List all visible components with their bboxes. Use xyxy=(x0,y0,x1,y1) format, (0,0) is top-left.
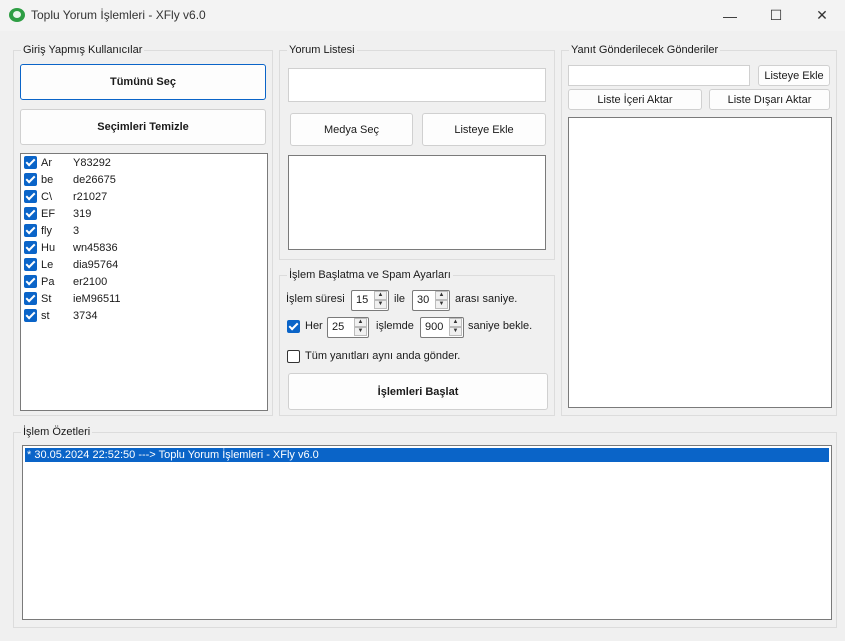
user-checkbox[interactable] xyxy=(24,224,37,237)
user-item[interactable]: be de26675 xyxy=(24,171,116,188)
stepper-up-icon[interactable]: ▲ xyxy=(449,318,462,327)
minimize-button[interactable]: — xyxy=(707,0,753,31)
users-panel: Giriş Yapmış Kullanıcılar Tümünü Seç Seç… xyxy=(13,44,273,416)
send-all-label: Tüm yanıtları aynı anda gönder. xyxy=(305,350,461,362)
user-item[interactable]: St ieM96511 xyxy=(24,290,121,307)
log-panel: İşlem Özetleri * 30.05.2024 22:52:50 ---… xyxy=(13,426,837,628)
clear-selection-button[interactable]: Seçimleri Temizle xyxy=(20,109,266,145)
settings-panel: İşlem Başlatma ve Spam Ayarları İşlem sü… xyxy=(279,269,555,416)
comments-panel-legend: Yorum Listesi xyxy=(287,44,357,56)
every-checkbox[interactable] xyxy=(287,320,300,333)
stepper-up-icon[interactable]: ▲ xyxy=(435,291,448,300)
wait-seconds-stepper[interactable]: 900 ▲ ▼ xyxy=(420,317,464,338)
user-checkbox[interactable] xyxy=(24,258,37,271)
wait-label: saniye bekle. xyxy=(468,320,533,332)
user-checkbox[interactable] xyxy=(24,309,37,322)
stepper-down-icon[interactable]: ▼ xyxy=(435,300,448,309)
duration-label: İşlem süresi xyxy=(286,293,345,305)
add-comment-button[interactable]: Listeye Ekle xyxy=(422,113,546,146)
media-select-button[interactable]: Medya Seç xyxy=(290,113,413,146)
user-checkbox[interactable] xyxy=(24,241,37,254)
stepper-down-icon[interactable]: ▼ xyxy=(354,327,367,336)
add-post-button[interactable]: Listeye Ekle xyxy=(758,65,830,86)
stepper-down-icon[interactable]: ▼ xyxy=(449,327,462,336)
user-checkbox[interactable] xyxy=(24,275,37,288)
post-url-input[interactable] xyxy=(568,65,750,86)
close-button[interactable]: ✕ xyxy=(799,0,845,31)
send-all-checkbox[interactable] xyxy=(287,350,300,363)
user-item[interactable]: fly 3 xyxy=(24,222,79,239)
and-label: ile xyxy=(394,293,406,305)
comment-list[interactable] xyxy=(288,155,546,250)
user-item[interactable]: st 3734 xyxy=(24,307,97,324)
settings-panel-legend: İşlem Başlatma ve Spam Ayarları xyxy=(287,269,453,281)
maximize-button[interactable]: ☐ xyxy=(753,0,799,31)
log-entry[interactable]: * 30.05.2024 22:52:50 ---> Toplu Yorum İ… xyxy=(25,448,829,462)
stepper-up-icon[interactable]: ▲ xyxy=(374,291,387,300)
user-checkbox[interactable] xyxy=(24,156,37,169)
user-item[interactable]: Pa er2100 xyxy=(24,273,107,290)
comments-panel: Yorum Listesi Medya Seç Listeye Ekle xyxy=(279,44,555,260)
window-title: Toplu Yorum İşlemleri - XFly v6.0 xyxy=(31,8,206,22)
stepper-down-icon[interactable]: ▼ xyxy=(374,300,387,309)
every-count-stepper[interactable]: 25 ▲ ▼ xyxy=(327,317,369,338)
user-checkbox[interactable] xyxy=(24,292,37,305)
every-label: Her xyxy=(305,320,323,332)
user-item[interactable]: Le dia95764 xyxy=(24,256,118,273)
stepper-up-icon[interactable]: ▲ xyxy=(354,318,367,327)
comment-input[interactable] xyxy=(288,68,546,102)
posts-panel: Yanıt Gönderilecek Gönderiler Listeye Ek… xyxy=(561,44,837,416)
user-list[interactable]: Ar Y83292 be de26675 C\ r21027 EF 319 fly 3 H… xyxy=(20,153,268,411)
users-panel-legend: Giriş Yapmış Kullanıcılar xyxy=(21,44,145,56)
user-checkbox[interactable] xyxy=(24,207,37,220)
title-bar: Toplu Yorum İşlemleri - XFly v6.0 — ☐ ✕ xyxy=(0,0,845,31)
export-list-button[interactable]: Liste Dışarı Aktar xyxy=(709,89,830,110)
user-item[interactable]: C\ r21027 xyxy=(24,188,107,205)
per-action-label: işlemde xyxy=(376,320,414,332)
log-panel-legend: İşlem Özetleri xyxy=(21,426,93,438)
user-checkbox[interactable] xyxy=(24,190,37,203)
posts-panel-legend: Yanıt Gönderilecek Gönderiler xyxy=(569,44,721,56)
import-list-button[interactable]: Liste İçeri Aktar xyxy=(568,89,702,110)
user-checkbox[interactable] xyxy=(24,173,37,186)
duration-from-stepper[interactable]: 15 ▲ ▼ xyxy=(351,290,389,311)
user-item[interactable]: EF 319 xyxy=(24,205,91,222)
seconds-between-label: arası saniye. xyxy=(455,293,518,305)
duration-to-stepper[interactable]: 30 ▲ ▼ xyxy=(412,290,450,311)
app-icon xyxy=(9,8,25,22)
start-button[interactable]: İşlemleri Başlat xyxy=(288,373,548,410)
user-item[interactable]: Ar Y83292 xyxy=(24,154,111,171)
post-list[interactable] xyxy=(568,117,832,408)
select-all-button[interactable]: Tümünü Seç xyxy=(20,64,266,100)
log-list[interactable]: * 30.05.2024 22:52:50 ---> Toplu Yorum İ… xyxy=(22,445,832,620)
user-item[interactable]: Hu wn45836 xyxy=(24,239,118,256)
